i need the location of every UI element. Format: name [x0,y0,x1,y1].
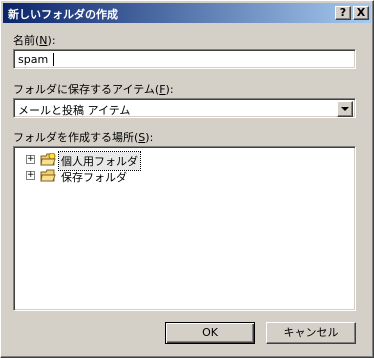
folder-name-value: spam [18,53,49,66]
cancel-button[interactable]: キャンセル [266,322,356,344]
window-title: 新しいフォルダの作成 [8,8,118,21]
archive-folders-icon [40,169,56,182]
text-caret [53,53,54,66]
new-folder-dialog: 新しいフォルダの作成 ? X 名前(N): spam フォルダに保存するアイテム… [0,0,374,358]
item-type-label: フォルダに保存するアイテム(F): [13,83,174,96]
expand-icon[interactable]: + [26,171,35,180]
item-type-selected: メールと投稿 アイテム [18,104,131,117]
ok-button[interactable]: OK [165,322,255,344]
folder-name-input[interactable]: spam [13,49,356,69]
expand-icon[interactable]: + [26,155,35,164]
title-bar[interactable]: 新しいフォルダの作成 ? X [3,3,371,23]
help-icon: ? [339,6,347,19]
help-button[interactable]: ? [335,6,351,20]
personal-folders-icon [40,153,56,166]
tree-node-label: 保存フォルダ [61,171,127,184]
item-type-dropdown[interactable]: メールと投稿 アイテム [13,98,356,118]
location-label: フォルダを作成する場所(S): [13,131,154,144]
close-icon: X [356,6,366,19]
name-label: 名前(N): [13,34,56,47]
folder-tree[interactable]: + 個人用フォルダ + 保存フォルダ [13,146,356,311]
close-button[interactable]: X [353,6,369,20]
dropdown-arrow-icon[interactable] [337,101,353,117]
